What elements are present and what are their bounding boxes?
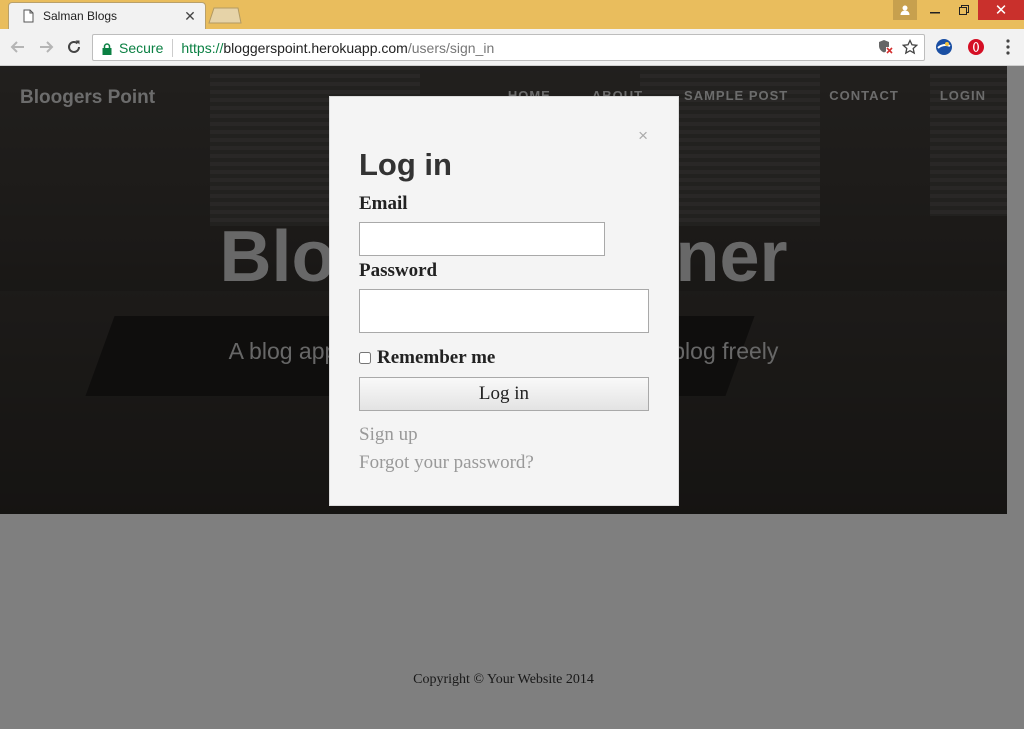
forward-icon[interactable]: [36, 37, 56, 57]
login-modal: × Log in Email Password Remember me Log …: [329, 96, 679, 506]
browser-toolbar: Secure https://bloggerspoint.herokuapp.c…: [0, 29, 1024, 66]
bookmark-star-icon[interactable]: [901, 38, 919, 58]
lock-icon: [102, 42, 112, 55]
menu-kebab-icon[interactable]: [992, 35, 1024, 59]
login-submit-button[interactable]: Log in: [359, 377, 649, 411]
new-tab-button[interactable]: [208, 7, 242, 24]
browser-tab[interactable]: Salman Blogs ✕: [8, 2, 206, 29]
extension-globe-icon[interactable]: [928, 35, 960, 59]
shield-blocked-icon[interactable]: [878, 39, 894, 58]
password-label: Password: [359, 260, 438, 281]
omnibox-actions: [878, 38, 919, 58]
url-host: bloggerspoint.herokuapp.com: [223, 39, 408, 56]
minimize-icon[interactable]: [920, 0, 949, 20]
remember-me-row: Remember me: [359, 347, 495, 369]
tab-close-icon[interactable]: ✕: [183, 9, 197, 23]
web-page: Bloogers Point HOME ABOUT SAMPLE POST CO…: [0, 66, 1024, 729]
url-path: /users/sign_in: [407, 39, 495, 56]
email-label: Email: [359, 193, 408, 214]
tab-title: Salman Blogs: [43, 9, 118, 23]
reload-icon[interactable]: [64, 37, 84, 57]
sign-up-link[interactable]: Sign up: [359, 424, 418, 446]
forgot-password-link[interactable]: Forgot your password?: [359, 452, 534, 474]
secure-label: Secure: [119, 39, 164, 56]
email-field[interactable]: [359, 222, 605, 256]
extension-icons: [928, 35, 1024, 59]
url-scheme: https://: [181, 39, 224, 56]
modal-title: Log in: [359, 147, 452, 182]
remember-me-checkbox[interactable]: [359, 352, 371, 364]
address-bar[interactable]: Secure https://bloggerspoint.herokuapp.c…: [92, 34, 925, 61]
profile-icon[interactable]: [893, 0, 917, 20]
password-field[interactable]: [359, 289, 649, 333]
remember-me-label[interactable]: Remember me: [377, 347, 495, 369]
back-icon[interactable]: [8, 37, 28, 57]
modal-close-icon[interactable]: ×: [638, 127, 648, 144]
tab-strip: Salman Blogs ✕ ✕: [0, 0, 1024, 29]
restore-icon[interactable]: [949, 0, 978, 20]
extension-opera-icon[interactable]: [960, 35, 992, 59]
omnibox-divider: [172, 38, 174, 57]
window-close-icon[interactable]: ✕: [978, 0, 1024, 20]
document-icon: [23, 9, 34, 23]
window-controls: ✕: [893, 0, 1024, 20]
